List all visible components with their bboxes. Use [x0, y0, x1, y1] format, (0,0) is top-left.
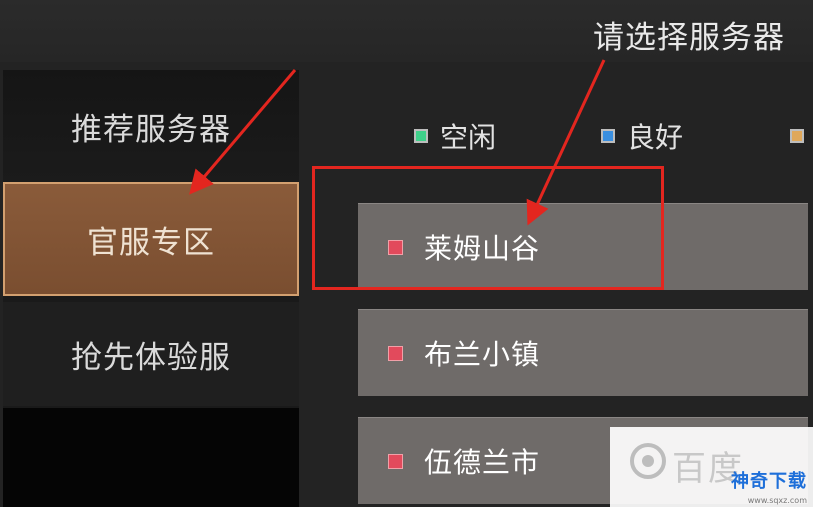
- watermark: 百度 神奇下载 www.sqxz.com: [610, 427, 813, 507]
- legend-label: 良好: [627, 121, 684, 154]
- server-name: 布兰小镇: [424, 338, 541, 371]
- legend-item-idle: 空闲: [414, 118, 496, 154]
- annotation-arrow-to-server: [526, 59, 606, 226]
- sidebar-item-recommended[interactable]: 推荐服务器: [3, 70, 299, 182]
- server-item-bulan[interactable]: 布兰小镇: [358, 309, 808, 396]
- sidebar-item-official[interactable]: 官服专区: [3, 182, 299, 296]
- watermark-url: www.sqxz.com: [747, 496, 807, 505]
- server-name: 伍德兰市: [424, 446, 541, 479]
- server-item-laimu[interactable]: 莱姆山谷: [358, 203, 808, 290]
- watermark-logo-icon: [630, 443, 666, 479]
- sidebar-item-early-access[interactable]: 抢先体验服: [3, 302, 299, 406]
- page-title: 请选择服务器: [593, 20, 785, 56]
- legend-item-third: [790, 118, 813, 154]
- status-square-icon: [601, 129, 615, 143]
- sidebar-item-label: 官服专区: [87, 224, 215, 261]
- status-square-icon: [790, 129, 804, 143]
- legend-item-good: 良好: [601, 118, 683, 154]
- status-dot-icon: [388, 346, 403, 361]
- sidebar-item-label: 抢先体验服: [71, 339, 231, 376]
- sidebar: 推荐服务器 官服专区 抢先体验服: [3, 70, 299, 507]
- server-name: 莱姆山谷: [424, 232, 541, 265]
- watermark-brand: 神奇下载: [731, 471, 807, 492]
- sidebar-empty-area: [3, 408, 299, 507]
- sidebar-item-label: 推荐服务器: [71, 111, 231, 148]
- status-dot-icon: [388, 240, 403, 255]
- status-dot-icon: [388, 454, 403, 469]
- legend-label: 空闲: [440, 121, 497, 154]
- status-square-icon: [414, 129, 428, 143]
